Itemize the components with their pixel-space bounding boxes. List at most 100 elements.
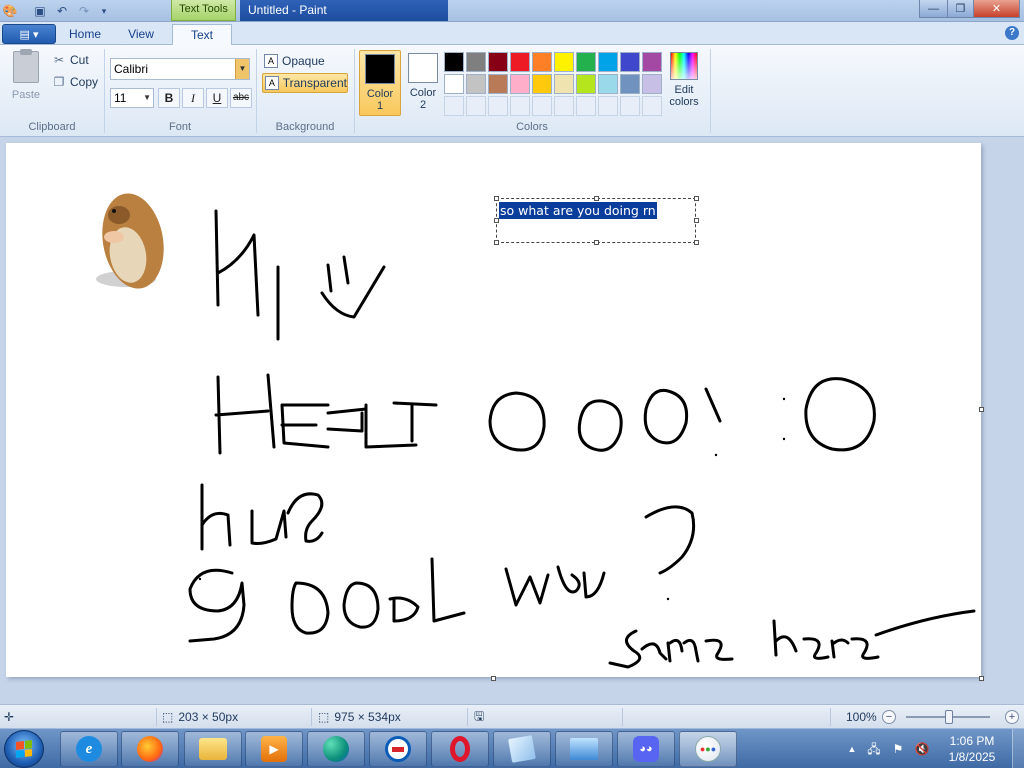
edit-colors-button[interactable]: Edit colors bbox=[665, 52, 703, 116]
save-icon[interactable]: ▣ bbox=[32, 3, 48, 19]
system-clock[interactable]: 1:06 PM 1/8/2025 bbox=[940, 733, 1004, 765]
resize-handle[interactable] bbox=[594, 196, 599, 201]
canvas-resize-handle[interactable] bbox=[979, 676, 984, 681]
taskbar-paint[interactable]: ● ● ● bbox=[679, 731, 737, 767]
tab-text[interactable]: Text bbox=[172, 24, 232, 46]
resize-handle[interactable] bbox=[494, 196, 499, 201]
custom-color-slot[interactable] bbox=[488, 96, 508, 116]
taskbar-discord[interactable]: ◕◕ bbox=[617, 731, 675, 767]
font-size-select[interactable]: 11 ▼ bbox=[110, 88, 154, 108]
network-icon[interactable]: 🖧 bbox=[866, 741, 882, 757]
tab-home[interactable]: Home bbox=[60, 24, 110, 45]
palette-swatch[interactable] bbox=[444, 52, 464, 72]
help-icon[interactable]: ? bbox=[1005, 26, 1019, 40]
custom-color-slot[interactable] bbox=[510, 96, 530, 116]
palette-swatch[interactable] bbox=[642, 74, 662, 94]
palette-swatch[interactable] bbox=[598, 74, 618, 94]
palette-swatch[interactable] bbox=[554, 52, 574, 72]
stroke-question-1 bbox=[286, 492, 324, 543]
taskbar-firefox[interactable] bbox=[121, 731, 179, 767]
palette-swatch[interactable] bbox=[466, 74, 486, 94]
palette-swatch[interactable] bbox=[576, 52, 596, 72]
palette-swatch[interactable] bbox=[598, 52, 618, 72]
color-palette bbox=[444, 52, 662, 116]
zoom-slider-thumb[interactable] bbox=[945, 710, 953, 724]
action-center-flag-icon[interactable]: ⚑ bbox=[890, 741, 906, 757]
tab-view[interactable]: View bbox=[114, 24, 168, 45]
drawing-canvas[interactable]: so what are you doing rn bbox=[6, 143, 981, 677]
paste-button[interactable]: Paste bbox=[6, 49, 46, 111]
firefox-icon bbox=[137, 736, 163, 762]
taskbar-edge-app[interactable] bbox=[307, 731, 365, 767]
palette-swatch[interactable] bbox=[642, 52, 662, 72]
canvas-resize-handle[interactable] bbox=[491, 676, 496, 681]
minimize-button[interactable]: — bbox=[919, 0, 948, 18]
discord-icon: ◕◕ bbox=[633, 736, 659, 762]
strikethrough-button[interactable]: abc bbox=[230, 88, 252, 108]
maximize-button[interactable]: ❐ bbox=[947, 0, 974, 18]
taskbar-file-explorer[interactable] bbox=[184, 731, 242, 767]
palette-swatch[interactable] bbox=[620, 52, 640, 72]
text-box-selected-text[interactable]: so what are you doing rn bbox=[499, 202, 657, 219]
show-desktop-button[interactable] bbox=[1012, 729, 1024, 768]
resize-handle[interactable] bbox=[694, 240, 699, 245]
canvas-resize-handle[interactable] bbox=[979, 407, 984, 412]
quick-access-dropdown-icon[interactable]: ▾ bbox=[96, 3, 112, 19]
taskbar-notes-app[interactable] bbox=[493, 731, 551, 767]
taskbar-media-player[interactable]: ▶ bbox=[245, 731, 303, 767]
custom-color-slot[interactable] bbox=[620, 96, 640, 116]
taskbar-outlook[interactable] bbox=[369, 731, 427, 767]
palette-swatch[interactable] bbox=[488, 52, 508, 72]
close-button[interactable]: ✕ bbox=[973, 0, 1020, 18]
custom-color-slot[interactable] bbox=[466, 96, 486, 116]
color-1-button[interactable]: Color 1 bbox=[359, 50, 401, 116]
palette-swatch[interactable] bbox=[620, 74, 640, 94]
resize-handle[interactable] bbox=[694, 218, 699, 223]
undo-icon[interactable]: ↶ bbox=[54, 3, 70, 19]
transparent-button[interactable]: A Transparent bbox=[262, 73, 348, 93]
color-2-button[interactable]: Color 2 bbox=[402, 50, 444, 116]
volume-muted-icon[interactable]: 🔇 bbox=[914, 741, 930, 757]
palette-swatch[interactable] bbox=[576, 74, 596, 94]
chevron-down-icon[interactable]: ▼ bbox=[235, 59, 249, 79]
start-button[interactable] bbox=[4, 730, 44, 768]
taskbar-opera[interactable] bbox=[431, 731, 489, 767]
bold-button[interactable]: B bbox=[158, 88, 180, 108]
palette-swatch[interactable] bbox=[466, 52, 486, 72]
cut-button[interactable]: ✂ Cut bbox=[52, 51, 89, 69]
opaque-button[interactable]: A Opaque bbox=[262, 51, 348, 71]
palette-swatch[interactable] bbox=[444, 74, 464, 94]
palette-swatch[interactable] bbox=[510, 52, 530, 72]
zoom-out-button[interactable]: − bbox=[882, 710, 896, 724]
palette-swatch[interactable] bbox=[554, 74, 574, 94]
text-box[interactable]: so what are you doing rn bbox=[494, 196, 699, 245]
palette-swatch[interactable] bbox=[510, 74, 530, 94]
custom-color-slot[interactable] bbox=[598, 96, 618, 116]
paint-menu-button[interactable]: ▤ ▾ bbox=[2, 24, 56, 44]
custom-color-slot[interactable] bbox=[444, 96, 464, 116]
tray-expand-icon[interactable]: ▲ bbox=[844, 741, 860, 757]
taskbar-remote-desktop[interactable] bbox=[555, 731, 613, 767]
stroke-L bbox=[364, 401, 438, 449]
font-family-select[interactable]: Calibri ▼ bbox=[110, 58, 250, 80]
underline-button[interactable]: U bbox=[206, 88, 228, 108]
palette-swatch[interactable] bbox=[532, 74, 552, 94]
paint-app-icon[interactable]: 🎨 bbox=[2, 3, 18, 19]
palette-swatch[interactable] bbox=[488, 74, 508, 94]
taskbar-internet-explorer[interactable]: e bbox=[60, 731, 118, 767]
resize-handle[interactable] bbox=[694, 196, 699, 201]
redo-icon[interactable]: ↷ bbox=[76, 3, 92, 19]
custom-color-slot[interactable] bbox=[576, 96, 596, 116]
custom-color-slot[interactable] bbox=[642, 96, 662, 116]
custom-color-slot[interactable] bbox=[554, 96, 574, 116]
custom-color-slot[interactable] bbox=[532, 96, 552, 116]
palette-swatch[interactable] bbox=[532, 52, 552, 72]
copy-button[interactable]: ❐ Copy bbox=[52, 73, 98, 91]
windows-logo-icon bbox=[16, 740, 32, 758]
resize-handle[interactable] bbox=[494, 240, 499, 245]
resize-handle[interactable] bbox=[594, 240, 599, 245]
italic-button[interactable]: I bbox=[182, 88, 204, 108]
zoom-in-button[interactable]: + bbox=[1005, 710, 1019, 724]
resize-handle[interactable] bbox=[494, 218, 499, 223]
chevron-down-icon[interactable]: ▼ bbox=[143, 89, 151, 107]
